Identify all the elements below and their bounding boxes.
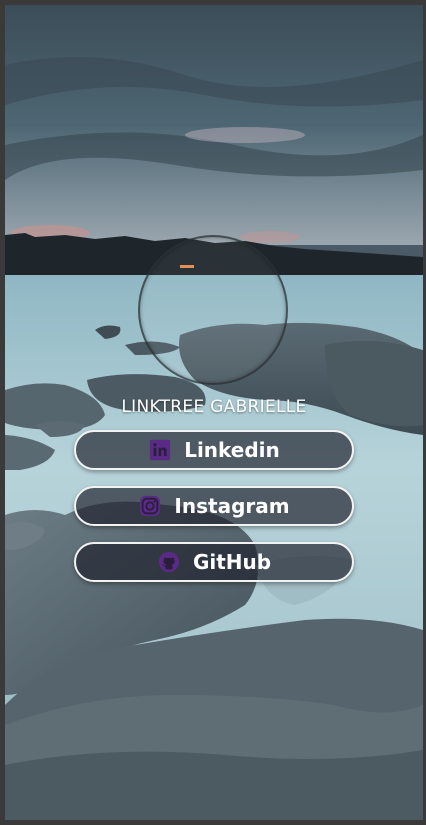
instagram-link-button[interactable]: Instagram bbox=[74, 486, 354, 526]
github-icon bbox=[157, 550, 181, 574]
page-title: LINKTREE GABRIELLE bbox=[121, 397, 307, 417]
linkedin-link-label: Linkedin bbox=[184, 438, 280, 462]
linkedin-icon bbox=[148, 438, 172, 462]
links-list: Linkedin Instagram GitHub bbox=[74, 430, 354, 598]
avatar bbox=[138, 235, 288, 385]
instagram-link-label: Instagram bbox=[174, 494, 290, 518]
linktree-page: LINKTREE GABRIELLE Linkedin Instagram Gi… bbox=[5, 5, 423, 820]
github-link-button[interactable]: GitHub bbox=[74, 542, 354, 582]
instagram-icon bbox=[138, 494, 162, 518]
linkedin-link-button[interactable]: Linkedin bbox=[74, 430, 354, 470]
github-link-label: GitHub bbox=[192, 550, 272, 574]
